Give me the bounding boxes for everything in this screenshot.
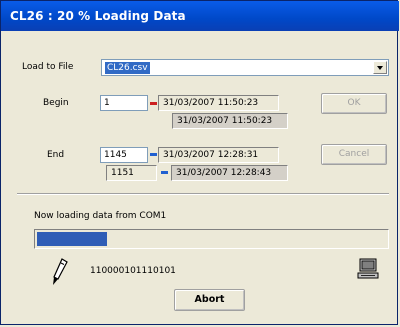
separator (17, 193, 389, 195)
window-title: CL26 : 20 % Loading Data (10, 9, 186, 23)
begin-red-marker (150, 102, 157, 105)
begin-sub-time: 31/03/2007 11:50:23 (172, 113, 288, 129)
begin-index-input[interactable]: 1 (100, 95, 148, 111)
progress-fill (37, 232, 107, 246)
end-sub-time: 31/03/2007 12:28:43 (171, 165, 288, 181)
begin-label: Begin (43, 98, 69, 108)
end-sub-blue-marker (161, 171, 168, 174)
cancel-button[interactable]: Cancel (321, 144, 387, 165)
dropdown-arrow-icon[interactable] (373, 61, 387, 74)
end-sub-index: 1151 (106, 165, 157, 181)
computer-icon (357, 258, 379, 279)
transfer-bits: 110000101110101 (90, 266, 176, 276)
ok-button[interactable]: OK (321, 93, 387, 114)
end-blue-marker (150, 153, 157, 156)
load-to-file-label: Load to File (22, 62, 74, 72)
load-to-file-select[interactable]: CL26.csv (101, 59, 389, 76)
begin-time: 31/03/2007 11:50:23 (158, 95, 279, 111)
progress-bar (34, 229, 389, 249)
loading-dialog: CL26 : 20 % Loading Data Load to File CL… (0, 0, 399, 325)
end-time: 31/03/2007 12:28:31 (158, 147, 279, 163)
pen-probe-icon (53, 258, 68, 285)
end-index-input[interactable]: 1145 (100, 147, 148, 163)
abort-button[interactable]: Abort (174, 289, 245, 311)
title-bar[interactable]: CL26 : 20 % Loading Data (1, 1, 399, 31)
status-text: Now loading data from COM1 (34, 211, 167, 221)
load-to-file-value: CL26.csv (105, 62, 150, 74)
end-label: End (47, 150, 65, 160)
